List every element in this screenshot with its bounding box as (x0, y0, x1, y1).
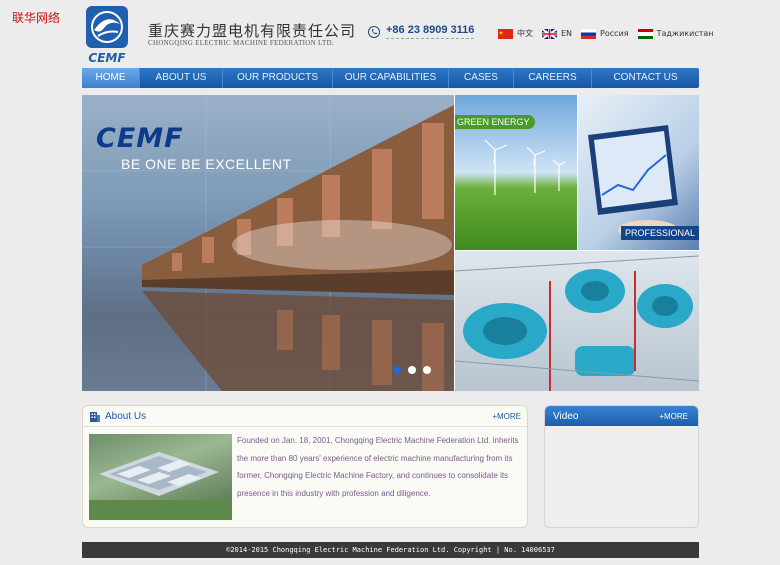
about-us-title: About Us (105, 410, 147, 422)
banner-brand: CEMF (96, 123, 184, 154)
about-us-header: About Us +MORE (83, 406, 527, 427)
professional-label: PROFESSIONAL (620, 226, 699, 240)
motors-tile (455, 251, 699, 391)
phone-icon (368, 25, 380, 38)
about-more-link[interactable]: +MORE (492, 412, 521, 421)
company-name-en: CHONGQING ELECTRIC MACHINE FEDERATION LT… (148, 39, 334, 47)
lang-chinese[interactable]: 中文 (498, 28, 533, 39)
uk-flag-icon (542, 28, 557, 39)
hero-banner[interactable]: CEMF BE ONE BE EXCELLENT GREEN ENERGY PR… (82, 95, 699, 391)
lang-label: Таджикистан (656, 29, 714, 38)
nav-our-products[interactable]: OUR PRODUCTS (223, 68, 333, 88)
dam-image: CEMF BE ONE BE EXCELLENT (82, 95, 454, 391)
video-more-link[interactable]: +MORE (659, 412, 688, 421)
china-flag-icon (498, 28, 513, 39)
green-energy-label: GREEN ENERGY (455, 115, 535, 129)
building-icon (90, 412, 100, 422)
slide-dot-1[interactable] (393, 366, 401, 374)
main-nav: HOME ABOUT US OUR PRODUCTS OUR CAPABILIT… (82, 68, 699, 88)
professional-tile: PROFESSIONAL (578, 95, 699, 250)
video-box: Video +MORE (544, 405, 699, 528)
lang-label: EN (561, 29, 573, 38)
phone-block: +86 23 8909 3116 (368, 24, 475, 39)
slider-dots (393, 366, 431, 374)
logo-emblem-icon: CEMF (86, 6, 128, 65)
banner-collage: GREEN ENERGY PROFESSIONAL (455, 95, 699, 391)
nav-home[interactable]: HOME (82, 68, 140, 88)
tajikistan-flag-icon (637, 28, 653, 39)
lang-label: Россия (600, 29, 629, 38)
language-selector: 中文 EN Россия Таджикистан (498, 28, 714, 39)
nav-about-us[interactable]: ABOUT US (140, 68, 223, 88)
nav-contact-us[interactable]: CONTACT US (592, 68, 699, 88)
factory-image (89, 434, 232, 520)
lang-tajik[interactable]: Таджикистан (637, 28, 714, 39)
lang-russian[interactable]: Россия (581, 28, 629, 39)
slide-dot-3[interactable] (423, 366, 431, 374)
footer-copyright: ©2014-2015 Chongqing Electric Machine Fe… (82, 542, 699, 558)
logo-text: CEMF (88, 51, 126, 64)
slide-dot-2[interactable] (408, 366, 416, 374)
banner-tagline: BE ONE BE EXCELLENT (121, 156, 292, 172)
company-logo[interactable]: CEMF (82, 6, 132, 65)
watermark: 联华网络 (12, 11, 61, 25)
phone-number[interactable]: +86 23 8909 3116 (386, 24, 475, 39)
company-name-cn: 重庆赛力盟电机有限责任公司 (148, 22, 357, 40)
russia-flag-icon (581, 28, 597, 39)
nav-our-capabilities[interactable]: OUR CAPABILITIES (333, 68, 449, 88)
nav-careers[interactable]: CAREERS (514, 68, 592, 88)
lang-english[interactable]: EN (542, 28, 572, 39)
about-us-box: About Us +MORE Founded on Jan. 18, 2001,… (82, 405, 528, 528)
nav-cases[interactable]: CASES (449, 68, 514, 88)
about-us-text: Founded on Jan. 18, 2001, Chongqing Elec… (237, 436, 519, 498)
video-header: Video +MORE (545, 406, 698, 426)
lang-label: 中文 (517, 29, 533, 38)
video-title: Video (553, 410, 579, 422)
green-energy-tile: GREEN ENERGY (455, 95, 577, 250)
